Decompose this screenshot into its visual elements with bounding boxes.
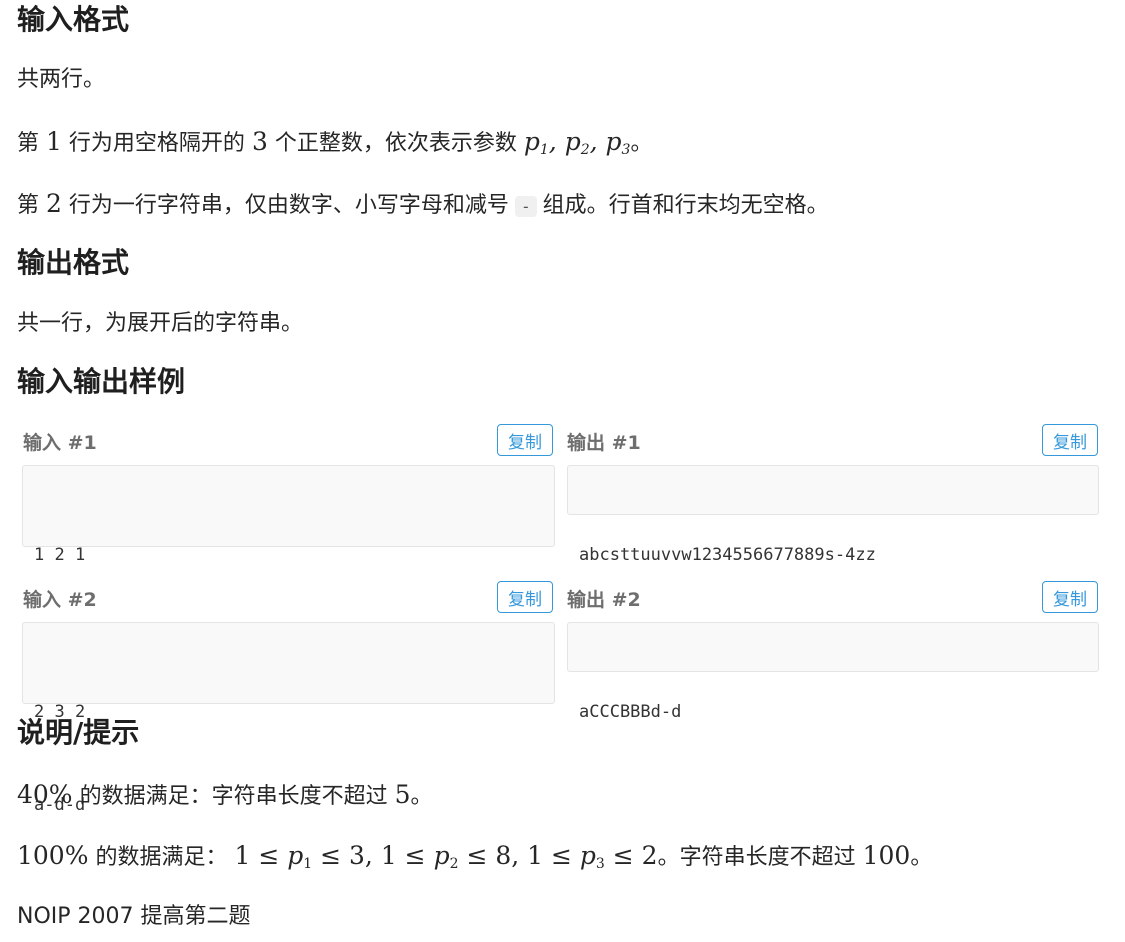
- math-params: p1, p2, p3: [523, 127, 631, 158]
- input-format-line-3: 第 2 行为一行字符串，仅由数字、小写字母和减号 - 组成。行首和行末均无空格。: [17, 189, 829, 218]
- output-format-heading: 输出格式: [17, 246, 130, 279]
- sample-2-output-copy-button[interactable]: 复制: [1042, 581, 1098, 613]
- input-format-line-2: 第 1 行为用空格隔开的 3 个正整数，依次表示参数 p1, p2, p3。: [17, 127, 653, 158]
- code-line: aCCCBBBd-d: [579, 702, 682, 722]
- code-line: 1 2 1: [34, 545, 86, 565]
- input-format-heading: 输入格式: [17, 3, 130, 36]
- hints-line-2: 100% 的数据满足： 1 ≤ p1 ≤ 3, 1 ≤ p2 ≤ 8, 1 ≤ …: [17, 841, 933, 872]
- sample-1-output-box: abcsttuuvvw1234556677889s-4zz: [567, 465, 1099, 565]
- sample-1-input-copy-button[interactable]: 复制: [497, 424, 553, 456]
- sample-2-input-title: 输入 #2: [23, 589, 97, 611]
- sample-1-output-title: 输出 #1: [567, 432, 641, 454]
- code-line: abcsttuuvvw1234556677889s-4zz: [579, 545, 876, 565]
- samples-heading: 输入输出样例: [17, 365, 186, 398]
- output-format-line-1: 共一行，为展开后的字符串。: [17, 311, 304, 336]
- minus-code: -: [514, 196, 537, 217]
- sample-1-input-box: 1 2 1 abcs-w1234-9s-4zz: [22, 465, 555, 658]
- sample-2-input-box: 2 3 2 a-d-d: [22, 622, 555, 815]
- sample-1-input-title: 输入 #1: [23, 432, 97, 454]
- hints-heading: 说明/提示: [17, 716, 140, 749]
- hints-line-1: 40% 的数据满足：字符串长度不超过 5。: [17, 780, 433, 809]
- math-constraints: 1 ≤ p1 ≤ 3, 1 ≤ p2 ≤ 8, 1 ≤ p3 ≤ 2: [234, 841, 658, 872]
- sample-2-input-copy-button[interactable]: 复制: [497, 581, 553, 613]
- sample-1-output-copy-button[interactable]: 复制: [1042, 424, 1098, 456]
- input-format-line-1: 共两行。: [17, 67, 106, 92]
- sample-2-output-box: aCCCBBBd-d: [567, 622, 1099, 722]
- sample-2-output-title: 输出 #2: [567, 589, 641, 611]
- problem-source: NOIP 2007 提高第二题: [17, 904, 251, 929]
